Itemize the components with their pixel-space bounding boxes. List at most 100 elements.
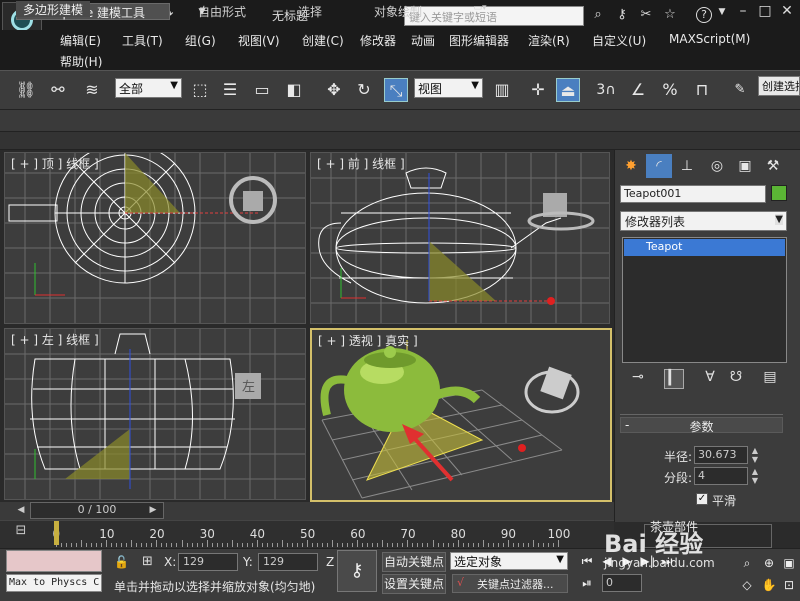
utilities-tab-icon[interactable]: ⚒ xyxy=(760,154,786,178)
pan-icon[interactable]: ✋ xyxy=(760,576,778,594)
set-keys-icon[interactable]: ⚷ xyxy=(337,550,377,592)
y-coordinate-field[interactable]: 129 xyxy=(258,553,318,571)
binoculars-icon[interactable]: ⌕ xyxy=(590,7,606,23)
mini-curve-editor-icon[interactable]: ⊟ xyxy=(8,523,34,543)
viewport-perspective-label[interactable]: [ + ] 透视 ] 真实 ] xyxy=(318,332,418,349)
window-crossing-icon[interactable]: ◧ xyxy=(282,78,306,102)
zoom-icon[interactable]: ⌕ xyxy=(738,554,756,572)
zoom-extents-icon[interactable]: ▣ xyxy=(780,554,798,572)
menu-modifiers[interactable]: 修改器 xyxy=(360,32,396,49)
segments-field[interactable]: 4 xyxy=(694,467,748,485)
key-mode-icon[interactable]: ⏯ xyxy=(578,574,596,592)
viewport-left-label[interactable]: [ + ] 左 ] 线框 ] xyxy=(11,331,99,348)
create-tab-icon[interactable]: ✸ xyxy=(618,154,644,178)
menu-help[interactable]: 帮助(H) xyxy=(60,53,102,70)
menu-views[interactable]: 视图(V) xyxy=(238,32,280,49)
menu-tools[interactable]: 工具(T) xyxy=(122,32,163,49)
menu-rendering[interactable]: 渲染(R) xyxy=(528,32,570,49)
snaps-toggle-icon[interactable]: 3∩ xyxy=(594,78,618,102)
menu-maxscript[interactable]: MAXScript(M) xyxy=(669,32,750,46)
key-filters-button[interactable]: √ 关键点过滤器... xyxy=(452,574,568,593)
select-manipulate-icon[interactable]: ✛ xyxy=(526,78,550,102)
spinner-snap-icon[interactable]: ⊓ xyxy=(690,78,714,102)
lock-selection-icon[interactable]: 🔓 xyxy=(114,555,129,569)
time-slider[interactable]: 0 / 100 xyxy=(30,502,164,519)
rectangular-selection-icon[interactable]: ▭ xyxy=(250,78,274,102)
x-coordinate-field[interactable]: 129 xyxy=(178,553,238,571)
tab-object-paint[interactable]: 对象绘制 xyxy=(366,3,430,20)
motion-tab-icon[interactable]: ◎ xyxy=(704,154,730,178)
bind-space-warp-icon[interactable]: ≋ xyxy=(80,78,104,102)
move-icon[interactable]: ✥ xyxy=(322,78,346,102)
rotate-icon[interactable]: ↻ xyxy=(352,78,376,102)
configure-modifier-sets-icon[interactable]: ▤ xyxy=(760,369,780,389)
ribbon-options-icon[interactable]: ▭▾ xyxy=(466,3,494,20)
parameters-rollout-header[interactable]: - 参数 xyxy=(620,417,783,434)
display-tab-icon[interactable]: ▣ xyxy=(732,154,758,178)
set-key-button[interactable]: 设置关键点 xyxy=(382,574,446,594)
tab-polygon-modeling[interactable]: 多边形建模 xyxy=(16,1,90,17)
object-name-field[interactable]: Teapot001 xyxy=(620,185,766,203)
time-slider-next-icon[interactable]: ▶ xyxy=(146,502,160,519)
keyboard-shortcut-override-icon[interactable]: ⏏ xyxy=(556,78,580,102)
link-icon[interactable]: ⛓ xyxy=(14,78,38,102)
search-input[interactable]: 键入关键字或短语 xyxy=(404,6,584,26)
viewport-top-label[interactable]: [ + ] 顶 ] 线框 ] xyxy=(11,155,99,172)
close-button[interactable]: ✕ xyxy=(774,3,800,25)
maxscript-listener-output[interactable] xyxy=(6,550,102,572)
auto-key-button[interactable]: 自动关键点 xyxy=(382,552,446,572)
pin-stack-icon[interactable]: ⊸ xyxy=(628,369,648,389)
selection-filter-dropdown[interactable]: 全部 ▼ xyxy=(115,78,182,98)
menu-group[interactable]: 组(G) xyxy=(185,32,216,49)
modify-tab-icon[interactable]: ◜ xyxy=(646,154,672,178)
menu-edit[interactable]: 编辑(E) xyxy=(60,32,101,49)
radius-field[interactable]: 30.673 xyxy=(694,446,748,464)
unlink-icon[interactable]: ⚯ xyxy=(46,78,70,102)
trackbar-label: 20 xyxy=(149,527,165,541)
tab-freeform[interactable]: 自由形式 xyxy=(190,3,254,20)
viewport-front-label[interactable]: [ + ] 前 ] 线框 ] xyxy=(317,155,405,172)
field-of-view-icon[interactable]: ◇ xyxy=(738,576,756,594)
segments-spinner-icon[interactable]: ▲ ▼ xyxy=(750,467,760,485)
make-unique-icon[interactable]: ∀ xyxy=(700,369,720,389)
modifier-list-dropdown[interactable]: 修改器列表 ▼ xyxy=(620,211,787,231)
scale-icon[interactable]: ⤡ xyxy=(384,78,408,102)
key-selection-dropdown[interactable]: 选定对象 ▼ xyxy=(450,552,568,570)
viewport-left[interactable]: 左 [ + ] 左 ] 线框 ] xyxy=(4,328,306,500)
remove-modifier-icon[interactable]: ☋ xyxy=(726,369,746,389)
radius-spinner-icon[interactable]: ▲ ▼ xyxy=(750,446,760,464)
viewport-front[interactable]: [ + ] 前 ] 线框 ] xyxy=(310,152,610,324)
maximize-viewport-icon[interactable]: ⊡ xyxy=(780,576,798,594)
named-selection-set-dropdown[interactable]: 创建选择 xyxy=(758,76,800,96)
help-icon[interactable]: ? xyxy=(696,7,712,23)
menu-customize[interactable]: 自定义(U) xyxy=(592,32,646,49)
select-by-name-icon[interactable]: ☰ xyxy=(218,78,242,102)
menu-graph-editors[interactable]: 图形编辑器 xyxy=(449,32,509,49)
zoom-all-icon[interactable]: ⊕ xyxy=(760,554,778,572)
hierarchy-tab-icon[interactable]: ⊥ xyxy=(674,154,700,178)
object-color-swatch[interactable] xyxy=(771,185,787,201)
show-end-result-icon[interactable]: ▎ xyxy=(664,369,684,389)
percent-snap-icon[interactable]: % xyxy=(658,78,682,102)
time-slider-prev-icon[interactable]: ◀ xyxy=(14,502,28,519)
help-dropdown-icon[interactable]: ▼ xyxy=(714,7,730,23)
viewport-perspective[interactable]: [ + ] 透视 ] 真实 ] xyxy=(310,328,612,502)
edit-named-selection-icon[interactable]: ✎ xyxy=(728,78,752,102)
tools-icon[interactable]: ✂ xyxy=(638,7,654,23)
menu-animation[interactable]: 动画 xyxy=(411,32,435,49)
key-search-icon[interactable]: ⚷ xyxy=(614,7,630,23)
angle-snap-icon[interactable]: ∠ xyxy=(626,78,650,102)
stack-item-teapot[interactable]: Teapot xyxy=(624,239,785,256)
menu-create[interactable]: 创建(C) xyxy=(302,32,344,49)
go-to-start-icon[interactable]: ⏮ xyxy=(578,552,596,570)
absolute-mode-icon[interactable]: ⊞ xyxy=(142,554,158,570)
smooth-checkbox[interactable]: ✓ xyxy=(696,493,708,505)
current-frame-field[interactable]: 0 xyxy=(602,574,642,592)
viewport-top[interactable]: [ + ] 顶 ] 线框 ] xyxy=(4,152,306,324)
pivot-center-icon[interactable]: ▥ xyxy=(490,78,514,102)
tab-selection[interactable]: 选择 xyxy=(290,3,330,20)
select-object-icon[interactable]: ⬚ xyxy=(188,78,212,102)
maxscript-mini-listener[interactable]: Max to Physcs C xyxy=(6,574,102,592)
reference-coordinate-dropdown[interactable]: 视图 ▼ xyxy=(414,78,483,98)
favorites-icon[interactable]: ☆ xyxy=(662,7,678,23)
